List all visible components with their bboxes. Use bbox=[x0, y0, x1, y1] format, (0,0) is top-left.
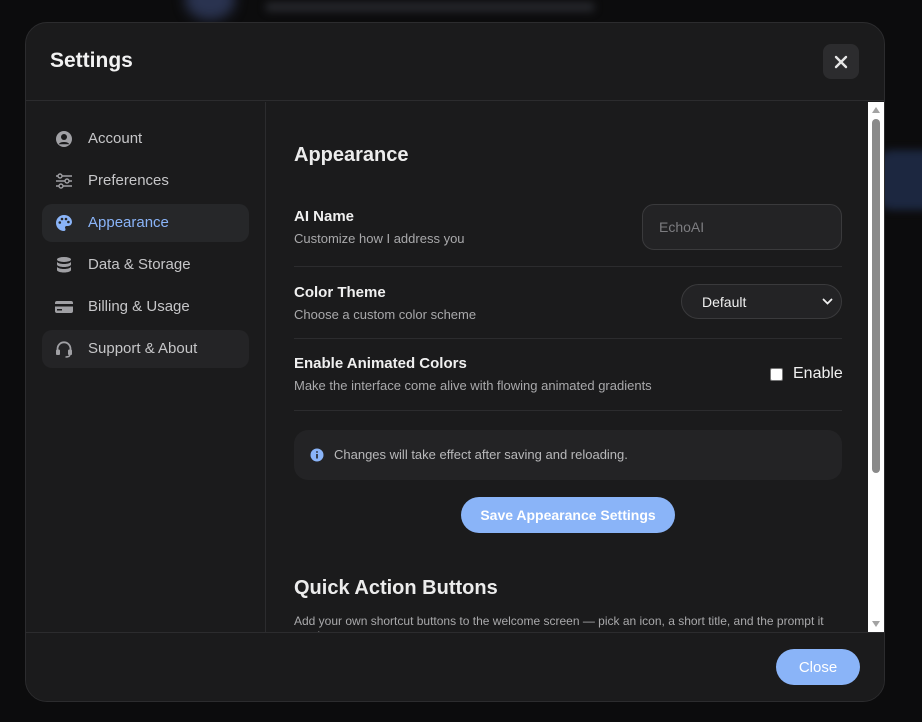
sidebar-item-billing-usage[interactable]: Billing & Usage bbox=[42, 288, 249, 326]
sidebar-item-label: Billing & Usage bbox=[88, 298, 190, 315]
sidebar-item-label: Support & About bbox=[88, 340, 198, 357]
modal-title: Settings bbox=[50, 49, 133, 72]
scroll-up-arrow-icon[interactable] bbox=[872, 107, 880, 113]
headset-icon bbox=[56, 341, 72, 358]
background-avatar bbox=[185, 0, 235, 20]
sidebar-item-account[interactable]: Account bbox=[42, 120, 249, 158]
close-icon bbox=[834, 55, 848, 68]
color-theme-selected: Default bbox=[702, 293, 747, 310]
animated-colors-label: Enable Animated Colors bbox=[294, 355, 467, 372]
save-appearance-button[interactable]: Save Appearance Settings bbox=[461, 497, 675, 533]
animated-colors-checkbox-label[interactable]: Enable bbox=[793, 365, 843, 383]
modal-header: Settings bbox=[26, 23, 884, 101]
animated-colors-row: Enable Animated Colors Make the interfac… bbox=[294, 339, 843, 411]
color-theme-description: Choose a custom color scheme bbox=[294, 307, 477, 322]
info-notice: Changes will take effect after saving an… bbox=[294, 430, 842, 480]
settings-content: Appearance AI Name Customize how I addre… bbox=[267, 102, 868, 632]
color-theme-select[interactable]: Default bbox=[681, 284, 842, 319]
sidebar-item-label: Preferences bbox=[88, 172, 169, 189]
palette-icon bbox=[56, 215, 72, 231]
sidebar-item-preferences[interactable]: Preferences bbox=[42, 162, 249, 200]
scroll-down-arrow-icon[interactable] bbox=[872, 621, 880, 627]
database-icon bbox=[57, 257, 71, 273]
scroll-thumb[interactable] bbox=[872, 119, 880, 473]
close-button[interactable] bbox=[823, 44, 859, 79]
background-text bbox=[265, 2, 595, 12]
info-icon bbox=[310, 448, 324, 462]
modal-footer: Close bbox=[26, 632, 884, 701]
color-theme-row: Color Theme Choose a custom color scheme… bbox=[294, 267, 842, 339]
ai-name-label: AI Name bbox=[294, 208, 355, 225]
ai-name-input[interactable] bbox=[642, 204, 842, 250]
quick-actions-title: Quick Action Buttons bbox=[294, 577, 498, 599]
footer-close-button[interactable]: Close bbox=[776, 649, 860, 685]
ai-name-row: AI Name Customize how I address you bbox=[294, 204, 842, 267]
ai-name-description: Customize how I address you bbox=[294, 231, 465, 246]
sidebar-item-label: Appearance bbox=[88, 214, 169, 231]
account-circle-icon bbox=[56, 131, 72, 147]
color-theme-label: Color Theme bbox=[294, 284, 386, 301]
info-text: Changes will take effect after saving an… bbox=[334, 447, 628, 462]
sliders-icon bbox=[56, 173, 72, 189]
quick-actions-description: Add your own shortcut buttons to the wel… bbox=[294, 614, 824, 632]
appearance-title: Appearance bbox=[294, 144, 409, 166]
chevron-down-icon bbox=[822, 298, 833, 305]
sidebar-item-label: Account bbox=[88, 130, 143, 147]
sidebar-item-data-storage[interactable]: Data & Storage bbox=[42, 246, 249, 284]
sidebar-item-label: Data & Storage bbox=[88, 256, 191, 273]
animated-colors-description: Make the interface come alive with flowi… bbox=[294, 378, 652, 393]
settings-modal: Settings Account Preferences Appearance … bbox=[25, 22, 885, 702]
settings-sidebar: Account Preferences Appearance Data & St… bbox=[26, 102, 266, 632]
sidebar-item-appearance[interactable]: Appearance bbox=[42, 204, 249, 242]
credit-card-icon bbox=[55, 301, 73, 313]
sidebar-item-support-about[interactable]: Support & About bbox=[42, 330, 249, 368]
animated-colors-checkbox[interactable] bbox=[770, 368, 783, 381]
content-scrollbar[interactable] bbox=[868, 102, 884, 632]
